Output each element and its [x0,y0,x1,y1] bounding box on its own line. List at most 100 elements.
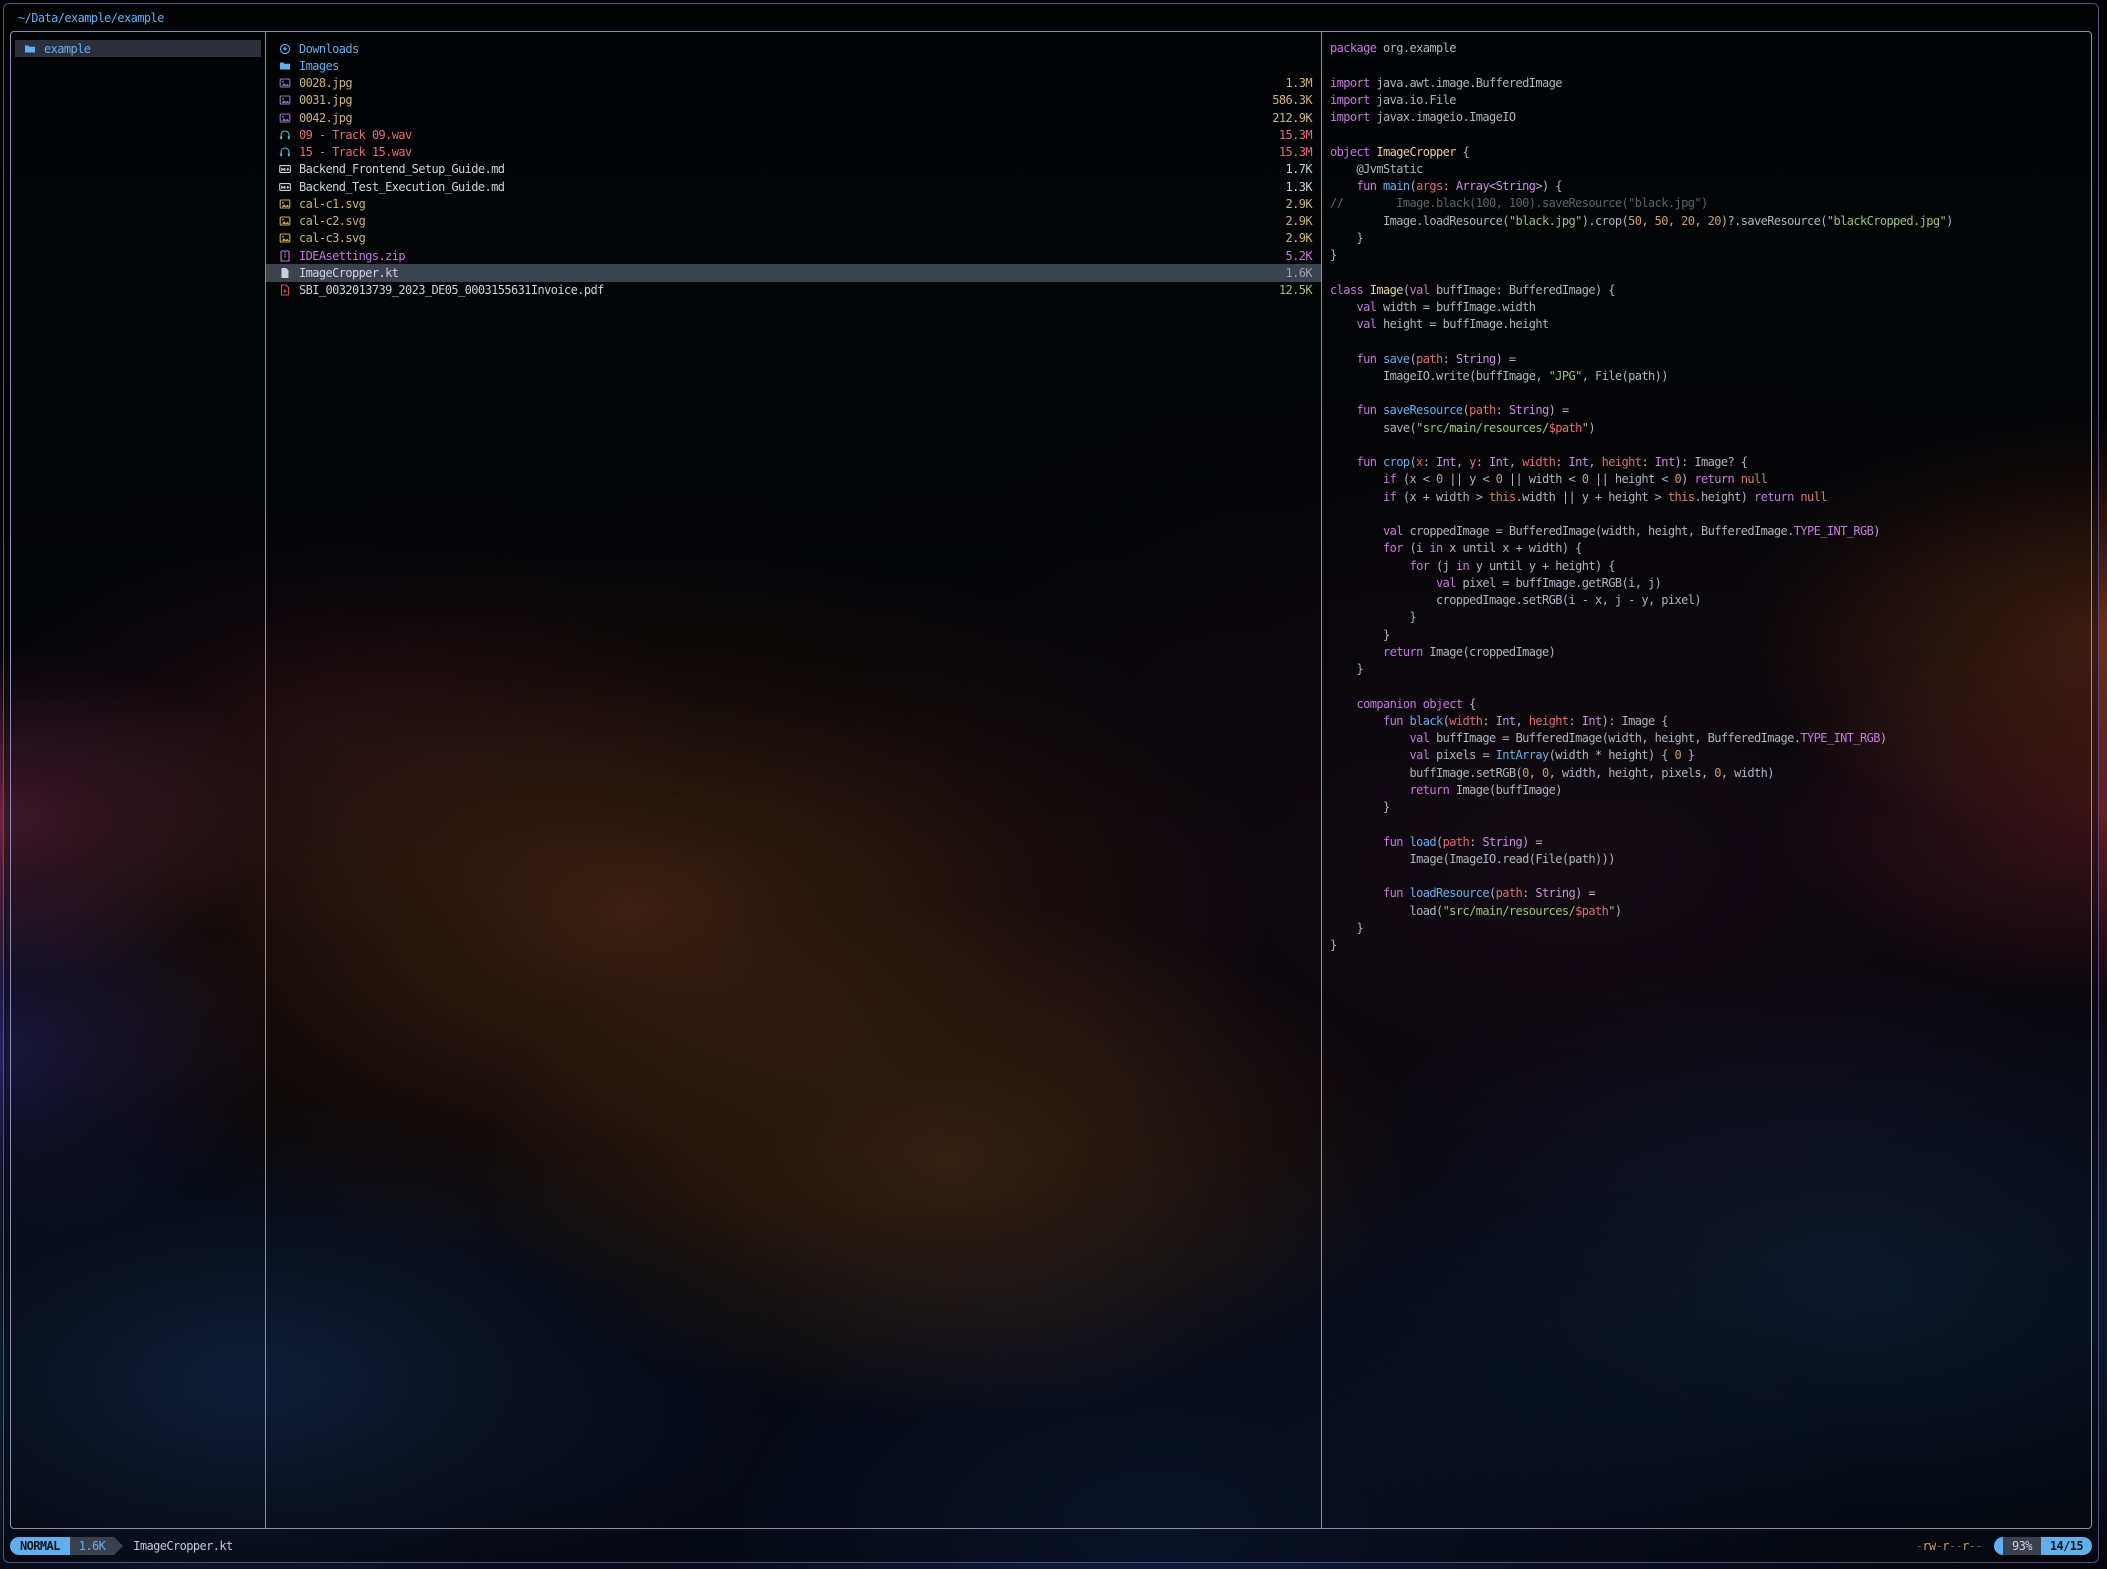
file-row[interactable]: Backend_Test_Execution_Guide.md 1.3K [266,178,1321,195]
code-line: val width = buffImage.width [1330,299,2091,316]
file-size: 12.5K [1279,283,1321,297]
file-row[interactable]: cal-c1.svg2.9K [266,195,1321,212]
code-line: croppedImage.setRGB(i - x, j - y, pixel) [1330,592,2091,609]
file-name: SBI_0032013739_2023_DE05_0003155631Invoi… [299,283,604,297]
sidebar-dir-row[interactable]: example [15,40,261,57]
code-line: val height = buffImage.height [1330,316,2091,333]
cwd-path: ~/Data/example/example [18,11,164,25]
code-line [1330,264,2091,281]
code-line: val croppedImage = BufferedImage(width, … [1330,523,2091,540]
code-line: import java.awt.image.BufferedImage [1330,75,2091,92]
file-name: IDEAsettings.zip [299,249,405,263]
code-line: import javax.imageio.ImageIO [1330,109,2091,126]
file-row[interactable]: 09 - Track 09.wav15.3M [266,126,1321,143]
file-row[interactable]: 0028.jpg1.3M [266,75,1321,92]
code-line: companion object { [1330,696,2091,713]
code-line: for (j in y until y + height) { [1330,558,2091,575]
file-size-badge: 1.6K [70,1537,115,1555]
code-line [1330,57,2091,74]
code-line: } [1330,609,2091,626]
position-pill: 93% 14/15 [1994,1537,2092,1555]
code-line [1330,868,2091,885]
code-line: class Image(val buffImage: BufferedImage… [1330,282,2091,299]
file-row[interactable]: 0031.jpg 586.3K [266,92,1321,109]
scroll-percent: 93% [2003,1537,2041,1555]
file-name: 0028.jpg [299,76,352,90]
file-size: 1.6K [1286,266,1322,280]
code-line [1330,816,2091,833]
title-bar: ~/Data/example/example [4,4,2098,31]
pill-cap [1994,1537,2003,1555]
code-line: } [1330,247,2091,264]
code-line [1330,333,2091,350]
audio-icon [279,146,291,158]
code-line: package org.example [1330,40,2091,57]
status-left: NORMAL 1.6K ImageCropper.kt [10,1537,233,1555]
file-size: 2.9K [1286,231,1322,245]
code-line: fun save(path: String) = [1330,351,2091,368]
code-line: if (x < 0 || y < 0 || width < 0 || heigh… [1330,471,2091,488]
status-right: -rw-r--r-- 93% 14/15 [1916,1537,2092,1555]
code-line: val buffImage = BufferedImage(width, hei… [1330,730,2091,747]
code-line: ImageIO.write(buffImage, "JPG", File(pat… [1330,368,2091,385]
file-row[interactable]: SBI_0032013739_2023_DE05_0003155631Invoi… [266,282,1321,299]
markdown-icon [279,163,291,175]
code-line: val pixel = buffImage.getRGB(i, j) [1330,575,2091,592]
file-name: Backend_Test_Execution_Guide.md [299,180,504,194]
code-line: fun black(width: Int, height: Int): Imag… [1330,713,2091,730]
file-name: 0042.jpg [299,111,352,125]
file-size: 2.9K [1286,214,1322,228]
code-line: return Image(buffImage) [1330,782,2091,799]
code-line: fun load(path: String) = [1330,834,2091,851]
folder-icon [24,43,36,55]
file-size: 15.3M [1279,145,1321,159]
code-line: } [1330,937,2091,954]
image-icon [279,198,291,210]
code-line [1330,678,2091,695]
file-row[interactable]: ImageCropper.kt 1.6K [266,264,1321,281]
powerline-arrow-icon [114,1537,123,1555]
markdown-icon [279,181,291,193]
code-line: @JvmStatic [1330,161,2091,178]
code-line: save("src/main/resources/$path") [1330,420,2091,437]
image-icon [279,112,291,124]
file-row[interactable]: Downloads [266,40,1321,57]
file-list-pane: Downloads Images 0028.jpg1.3M0031.jpg 586.3… [266,32,1322,1528]
code-line: Image(ImageIO.read(File(path))) [1330,851,2091,868]
file-row[interactable]: IDEAsettings.zip 5.2K [266,247,1321,264]
preview-pane[interactable]: package org.example import java.awt.imag… [1322,32,2091,1528]
code-line: buffImage.setRGB(0, 0, width, height, pi… [1330,765,2091,782]
file-row[interactable]: 15 - Track 15.wav 15.3M [266,144,1321,161]
code-line: Image.loadResource("black.jpg").crop(50,… [1330,213,2091,230]
code-line: } [1330,920,2091,937]
file-row[interactable]: Backend_Frontend_Setup_Guide.md 1.7K [266,161,1321,178]
file-size: 586.3K [1272,93,1321,107]
file-name: 09 - Track 09.wav [299,128,412,142]
file-row[interactable]: cal-c2.svg 2.9K [266,213,1321,230]
file-name: cal-c2.svg [299,214,365,228]
file-row[interactable]: 0042.jpg212.9K [266,109,1321,126]
file-name: cal-c1.svg [299,197,365,211]
status-bar: NORMAL 1.6K ImageCropper.kt -rw-r--r-- 9… [4,1529,2098,1562]
file-icon [279,267,291,279]
status-file-name: ImageCropper.kt [133,1539,232,1553]
file-row[interactable]: Images [266,57,1321,74]
file-name: 15 - Track 15.wav [299,145,412,159]
folder-icon [279,60,291,72]
file-name: Backend_Frontend_Setup_Guide.md [299,162,504,176]
file-name: Images [299,59,339,73]
image-icon [279,215,291,227]
parent-directory-pane: example [11,32,266,1528]
code-line: fun saveResource(path: String) = [1330,402,2091,419]
file-size: 1.7K [1286,162,1322,176]
image-icon [279,94,291,106]
file-size: 5.2K [1286,249,1322,263]
panes-container: example Downloads Images 0028.jpg1.3M0031.… [10,31,2092,1529]
file-name: ImageCropper.kt [299,266,398,280]
file-name: 0031.jpg [299,93,352,107]
code-line: } [1330,661,2091,678]
file-row[interactable]: cal-c3.svg2.9K [266,230,1321,247]
file-size: 1.3K [1286,180,1322,194]
code-line: val pixels = IntArray(width * height) { … [1330,747,2091,764]
mode-badge: NORMAL [10,1537,70,1555]
